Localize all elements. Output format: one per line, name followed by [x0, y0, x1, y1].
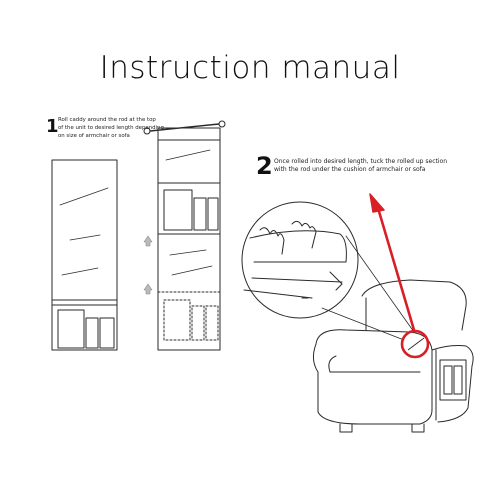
- caddy-rolling: [143, 120, 226, 351]
- instruction-illustration: [51, 120, 474, 433]
- zoom-inset: [241, 201, 359, 319]
- highlight-circle-icon: [400, 329, 430, 359]
- caddy-unrolled: [51, 159, 118, 351]
- up-arrow-icon: [143, 283, 153, 295]
- up-arrow-icon: [143, 235, 153, 247]
- red-arrow-icon: [369, 193, 416, 332]
